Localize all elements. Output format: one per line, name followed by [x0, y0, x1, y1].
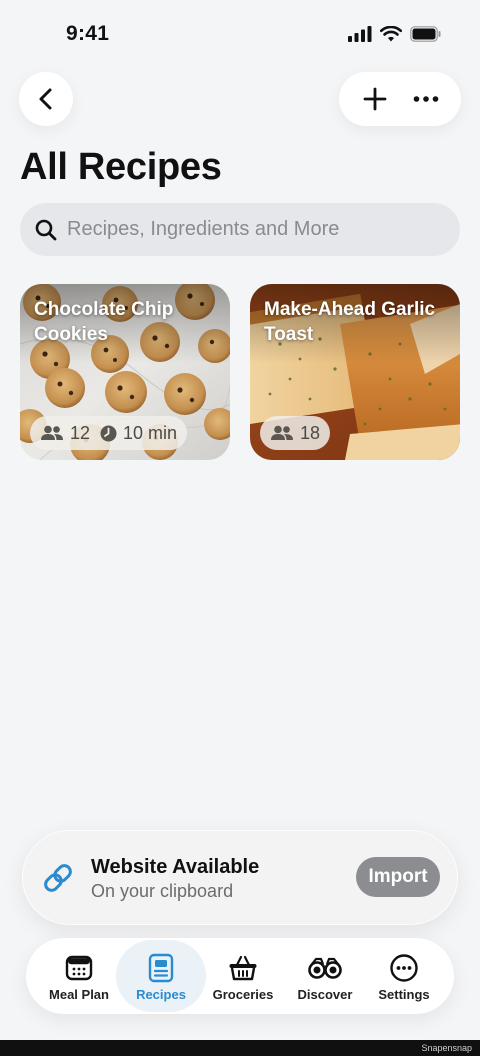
people-icon	[271, 425, 293, 440]
ellipsis-circle-icon	[390, 954, 418, 982]
add-recipe-button[interactable]	[355, 79, 395, 119]
clipboard-subtitle: On your clipboard	[91, 881, 234, 901]
basket-icon	[229, 955, 257, 981]
bottom-strip: Snapensnap	[0, 1040, 480, 1056]
clipboard-title: Website Available	[91, 856, 260, 878]
recipe-servings: 18	[300, 422, 321, 443]
recipe-servings: 12	[70, 422, 91, 443]
page-title: All Recipes	[20, 146, 222, 188]
people-icon	[41, 425, 63, 440]
clock-icon	[100, 425, 117, 441]
tab-groceries[interactable]: Groceries	[202, 940, 284, 1012]
plus-icon	[363, 87, 386, 111]
recipe-meta: 12 10 min	[30, 416, 188, 450]
tab-bar: Meal Plan Recipes Groceries Discover Set…	[26, 938, 454, 1014]
more-options-button[interactable]	[406, 79, 446, 119]
watermark: Snapensnap	[421, 1043, 472, 1053]
ellipsis-icon	[413, 96, 438, 102]
header-actions	[339, 72, 461, 126]
recipe-card-icon	[148, 953, 174, 983]
tab-discover[interactable]: Discover	[284, 940, 366, 1012]
recipe-card[interactable]: Make-Ahead Garlic Toast 18	[250, 284, 460, 460]
tab-label: Discover	[297, 987, 353, 1002]
recipe-card[interactable]: Chocolate Chip Cookies 12 10 min	[20, 284, 230, 460]
tab-meal-plan[interactable]: Meal Plan	[38, 940, 120, 1012]
search-input[interactable]	[67, 218, 427, 241]
calendar-icon	[65, 955, 93, 981]
search-bar[interactable]	[20, 203, 460, 256]
tab-label: Recipes	[136, 987, 186, 1002]
signal-icon	[348, 26, 372, 42]
search-icon	[35, 219, 57, 240]
recipe-name: Chocolate Chip Cookies	[34, 299, 174, 345]
tab-label: Meal Plan	[49, 987, 109, 1002]
tab-label: Groceries	[212, 987, 274, 1002]
recipe-meta: 18	[260, 416, 331, 450]
tab-recipes[interactable]: Recipes	[116, 940, 206, 1012]
recipe-name: Make-Ahead Garlic Toast	[264, 299, 436, 345]
tab-settings[interactable]: Settings	[363, 940, 445, 1012]
status-bar: 9:41	[0, 0, 480, 70]
chevron-left-icon	[39, 88, 52, 110]
wifi-icon	[380, 26, 402, 42]
recipe-time: 10 min	[123, 422, 178, 443]
back-button[interactable]	[19, 72, 73, 126]
binoculars-icon	[308, 957, 342, 979]
clipboard-banner: Website Available On your clipboard Impo…	[22, 830, 458, 925]
battery-icon	[410, 26, 441, 42]
import-button[interactable]: Import	[356, 857, 440, 897]
status-time: 9:41	[66, 22, 110, 45]
status-icons	[348, 26, 442, 42]
tab-label: Settings	[378, 987, 430, 1002]
link-icon	[44, 864, 72, 892]
